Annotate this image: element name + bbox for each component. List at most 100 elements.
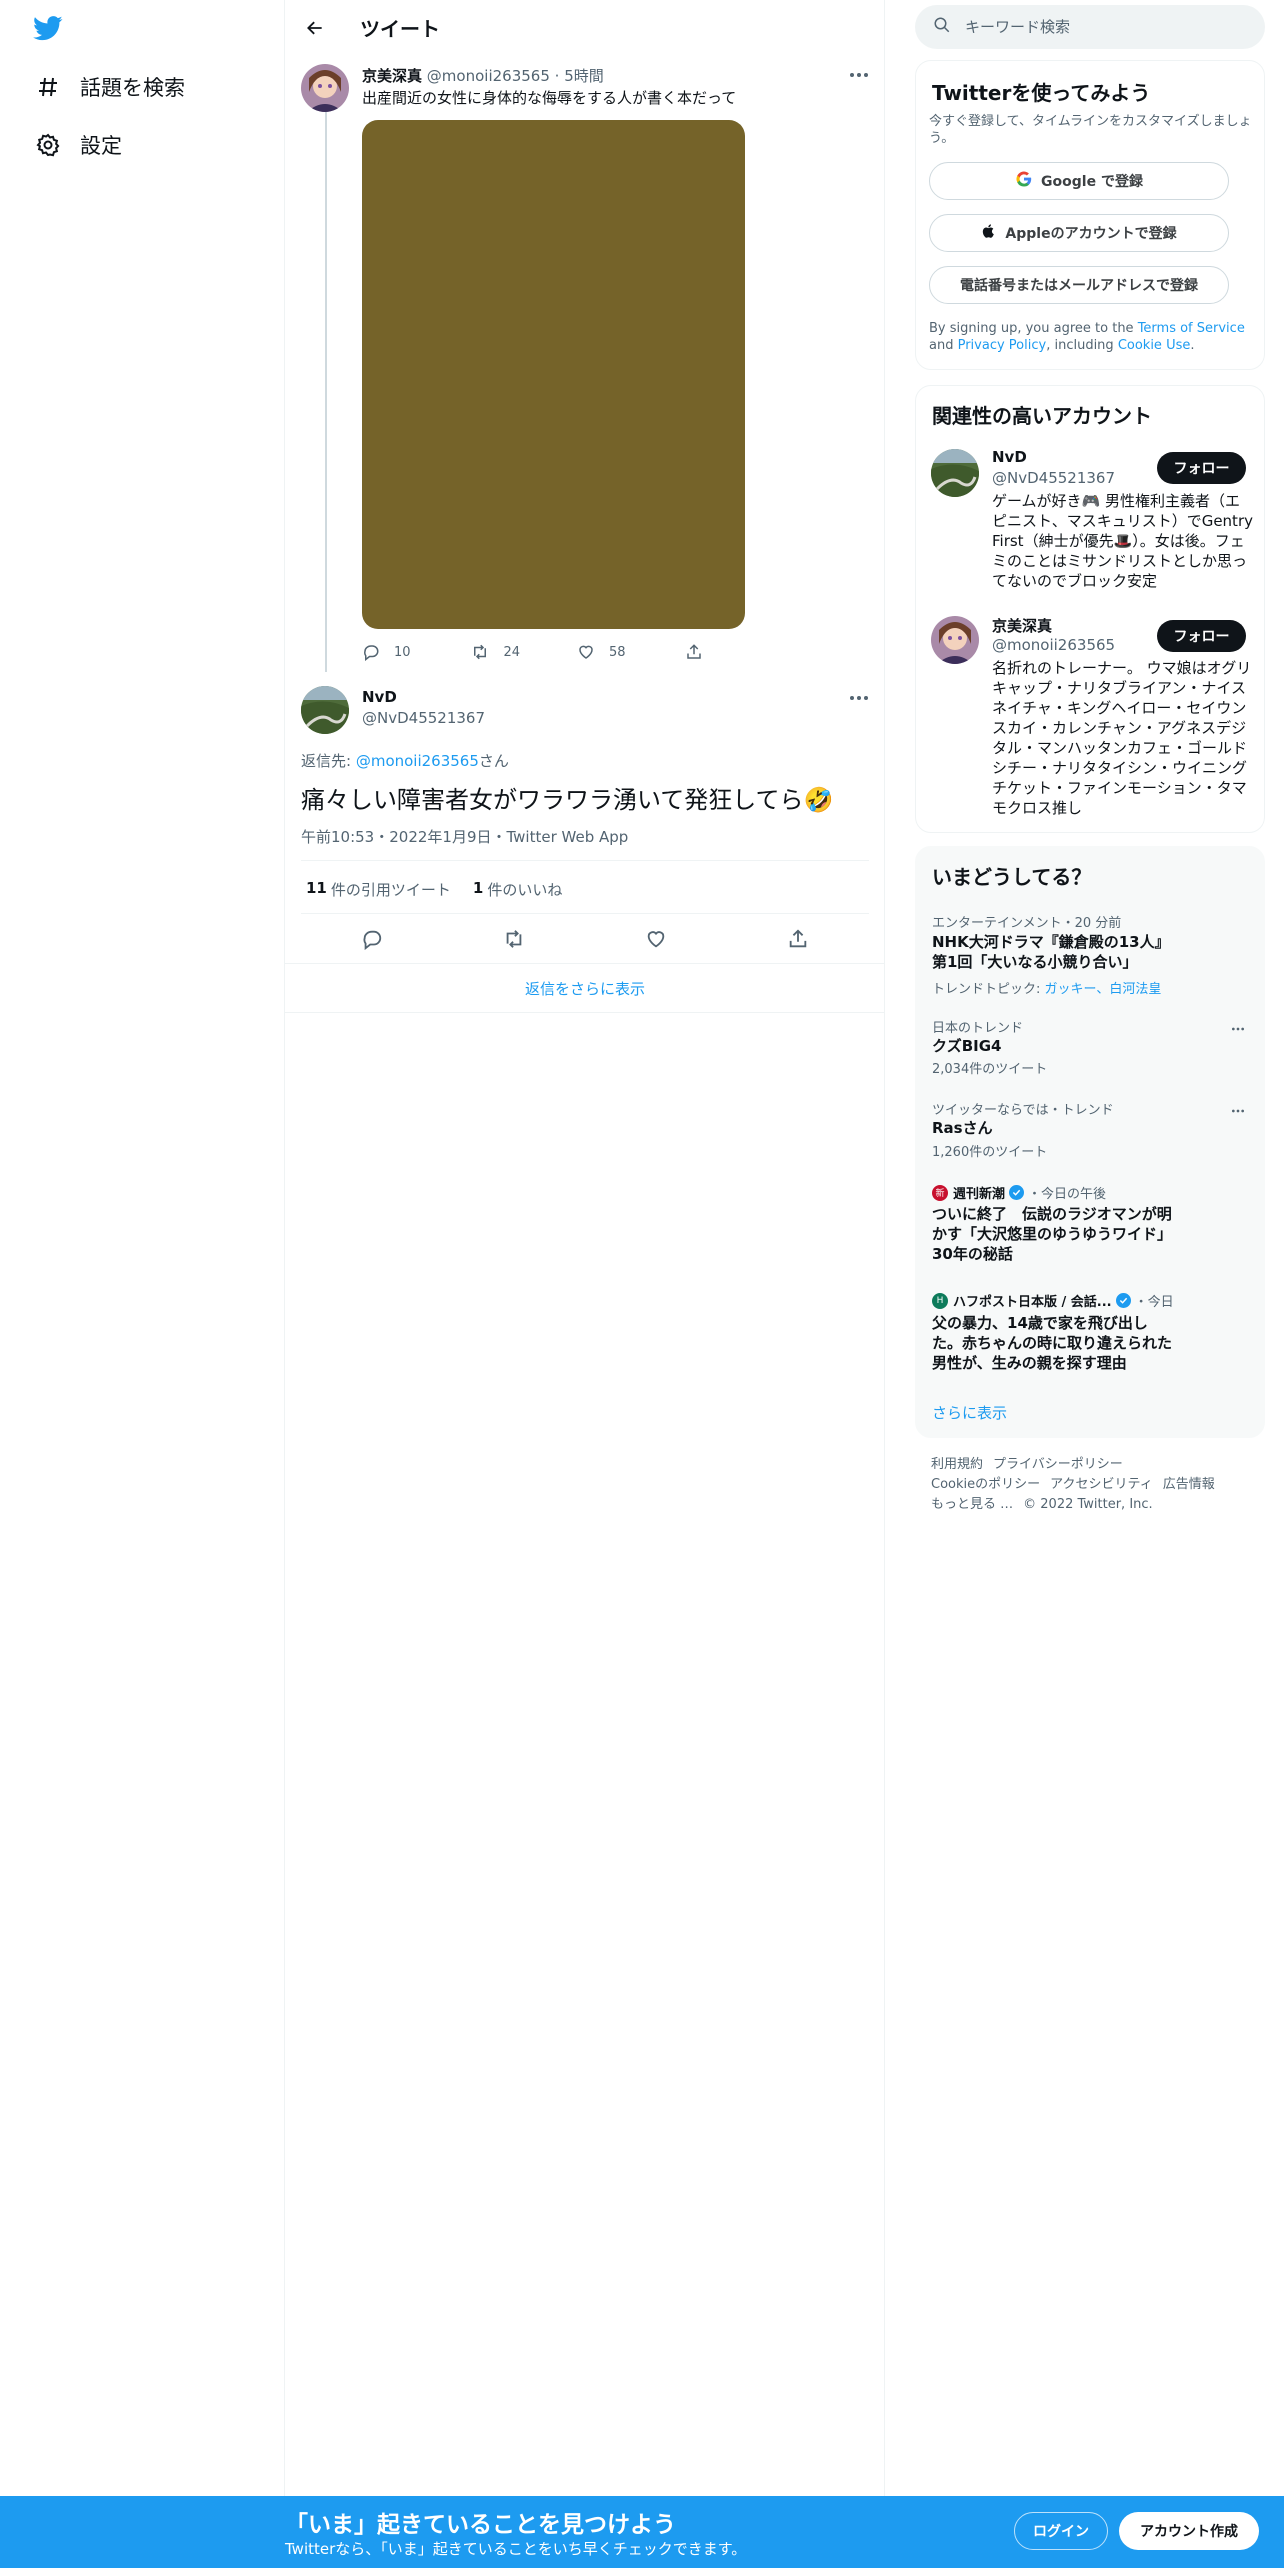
share-icon — [686, 644, 701, 659]
tweet-stats: 11 件の引用ツイート 1 件のいいね — [306, 879, 584, 900]
show-more-trends-link[interactable]: さらに表示 — [932, 1402, 1007, 1423]
legal-text: . — [1190, 338, 1195, 353]
share-icon[interactable] — [785, 926, 811, 952]
account-name[interactable]: NvD — [992, 448, 1027, 466]
news-source-row: H ハフポスト日本版 / 会話... ・今日 — [932, 1291, 1174, 1310]
divider — [301, 913, 869, 914]
follow-button[interactable]: フォロー — [1157, 620, 1246, 652]
cookie-link[interactable]: Cookie Use — [1118, 338, 1191, 353]
google-signup-label: Google で登録 — [1041, 174, 1143, 190]
avatar[interactable] — [931, 449, 979, 497]
news-source-logo-icon: H — [932, 1292, 948, 1309]
related-accounts-title: 関連性の高いアカウント — [932, 404, 1152, 428]
back-arrow-icon[interactable] — [301, 14, 329, 42]
news-source-name: ハフポスト日本版 / 会話... — [953, 1295, 1112, 1310]
retweet-button[interactable]: 24 — [470, 640, 578, 664]
privacy-link[interactable]: Privacy Policy — [958, 338, 1047, 353]
trend-title: Rasさん — [932, 1119, 993, 1137]
google-signup-button[interactable]: Google で登録 — [929, 162, 1229, 200]
nav-settings[interactable]: 設定 — [34, 130, 122, 160]
banner-title: 「いま」起きていることを見つけよう — [285, 2512, 676, 2538]
quote-label: 件の引用ツイート — [330, 881, 451, 899]
account-handle[interactable]: @monoii263565 — [992, 636, 1115, 654]
signup-legal-text: By signing up, you agree to the Terms of… — [929, 320, 1254, 354]
avatar[interactable] — [931, 616, 979, 664]
account-bio: ゲームが好き🎮 男性権利主義者（エピニスト、マスキュリスト）でGentry Fi… — [992, 492, 1253, 590]
share-button[interactable] — [685, 640, 793, 664]
account-bio: 名折れのトレーナー。 ウマ娘はオグリキャップ・ナリタブライアン・ナイスネイチャ・… — [992, 659, 1252, 817]
show-more-replies-link[interactable]: 返信をさらに表示 — [285, 978, 885, 999]
bottom-signup-banner: 「いま」起きていることを見つけよう Twitterなら、「いま」起きていることを… — [0, 2496, 1284, 2568]
avatar[interactable] — [301, 64, 349, 112]
reply-to-line: 返信先: @monoii263565さん — [301, 750, 509, 771]
footer-link[interactable]: もっと見る … — [931, 1497, 1013, 1512]
retweet-icon[interactable] — [501, 926, 527, 952]
nav-explore[interactable]: 話題を検索 — [34, 72, 185, 102]
footer-links: 利用規約 プライバシーポリシー Cookieのポリシー アクセシビリティ 広告情報 も… — [931, 1455, 1261, 1515]
author-handle[interactable]: @NvD45521367 — [362, 709, 485, 727]
parent-tweet-actions: 10 24 58 — [362, 640, 792, 664]
retweet-count: 24 — [503, 644, 521, 660]
terms-link[interactable]: Terms of Service — [1138, 321, 1245, 336]
google-icon — [1015, 170, 1033, 192]
phone-signup-label: 電話番号またはメールアドレスで登録 — [960, 278, 1198, 294]
divider — [301, 860, 869, 861]
signup-card-title: Twitterを使ってみよう — [932, 81, 1151, 105]
login-button[interactable]: ログイン — [1014, 2512, 1108, 2550]
legal-text: and — [929, 338, 958, 353]
more-options-icon[interactable] — [847, 686, 871, 710]
twitter-logo-icon[interactable] — [33, 16, 63, 41]
like-button[interactable]: 58 — [577, 640, 685, 664]
search-input[interactable] — [965, 18, 1235, 36]
hashtag-icon — [34, 73, 62, 101]
footer-link[interactable]: プライバシーポリシー — [993, 1457, 1123, 1472]
tweet-time[interactable]: 5時間 — [564, 67, 604, 85]
footer-link[interactable]: 利用規約 — [931, 1457, 983, 1472]
more-options-icon[interactable] — [847, 63, 871, 87]
reply-icon — [364, 645, 379, 661]
reply-button[interactable]: 10 — [362, 640, 470, 664]
follow-button[interactable]: フォロー — [1157, 452, 1246, 484]
phone-email-signup-button[interactable]: 電話番号またはメールアドレスで登録 — [929, 266, 1229, 304]
news-source-logo-icon: 新 — [932, 1184, 948, 1201]
signup-card: Twitterを使ってみよう 今すぐ登録して、タイムラインをカスタマイズしましょ… — [915, 60, 1265, 370]
trend-category: エンターテインメント・20 分前 — [932, 916, 1122, 931]
legal-text: , including — [1046, 338, 1118, 353]
trends-card: いまどうしてる？ エンターテインメント・20 分前 NHK大河ドラマ『鎌倉殿の1… — [915, 846, 1265, 1438]
verified-badge-icon — [1009, 1185, 1025, 1200]
tweet-timestamp[interactable]: 午前10:53・2022年1月9日・Twitter Web App — [301, 826, 628, 847]
search-box[interactable] — [915, 5, 1265, 49]
footer-link[interactable]: 広告情報 — [1163, 1477, 1215, 1492]
trend-topics-links[interactable]: ガッキー、白河法皇 — [1045, 982, 1162, 997]
news-title: 父の暴力、14歳で家を飛び出した。赤ちゃんの時に取り違えられた男性が、生みの親を… — [932, 1314, 1173, 1372]
nav-explore-label: 話題を検索 — [80, 76, 185, 100]
footer-link[interactable]: Cookieのポリシー — [931, 1477, 1040, 1492]
author-handle[interactable]: @monoii263565 — [427, 67, 550, 85]
news-time: ・今日 — [1134, 1295, 1174, 1310]
footer-link[interactable]: アクセシビリティ — [1050, 1477, 1153, 1492]
tweet-media-image[interactable] — [362, 120, 745, 629]
account-handle[interactable]: @NvD45521367 — [992, 469, 1115, 487]
page-header: ツイート — [285, 0, 885, 54]
apple-signup-button[interactable]: Appleのアカウントで登録 — [929, 214, 1229, 252]
reply-count: 10 — [394, 644, 411, 660]
more-options-icon[interactable] — [1226, 1017, 1250, 1041]
likes-stat[interactable]: 1 件のいいね — [473, 879, 562, 900]
separator-dot: · — [554, 67, 560, 85]
banner-subtitle: Twitterなら、「いま」起きていることをいち早くチェックできます。 — [285, 2540, 747, 2558]
trend-title: NHK大河ドラマ『鎌倉殿の13人』第1回「大いなる小競り合い」 — [932, 933, 1170, 971]
news-time: ・今日の午後 — [1028, 1187, 1107, 1202]
more-options-icon[interactable] — [1226, 1099, 1250, 1123]
reply-to-suffix: さん — [478, 752, 509, 770]
account-name[interactable]: 京美深真 — [992, 615, 1052, 636]
avatar[interactable] — [301, 686, 349, 734]
author-name[interactable]: NvD — [362, 688, 397, 706]
heart-icon[interactable] — [643, 926, 669, 952]
quote-tweets-stat[interactable]: 11 件の引用ツイート — [306, 879, 451, 900]
thread-line — [325, 112, 327, 672]
create-account-button[interactable]: アカウント作成 — [1119, 2512, 1259, 2550]
reply-icon[interactable] — [359, 926, 385, 952]
like-total: 1 — [472, 879, 484, 897]
author-name[interactable]: 京美深真 — [362, 67, 422, 85]
reply-to-handle[interactable]: @monoii263565 — [356, 752, 479, 770]
